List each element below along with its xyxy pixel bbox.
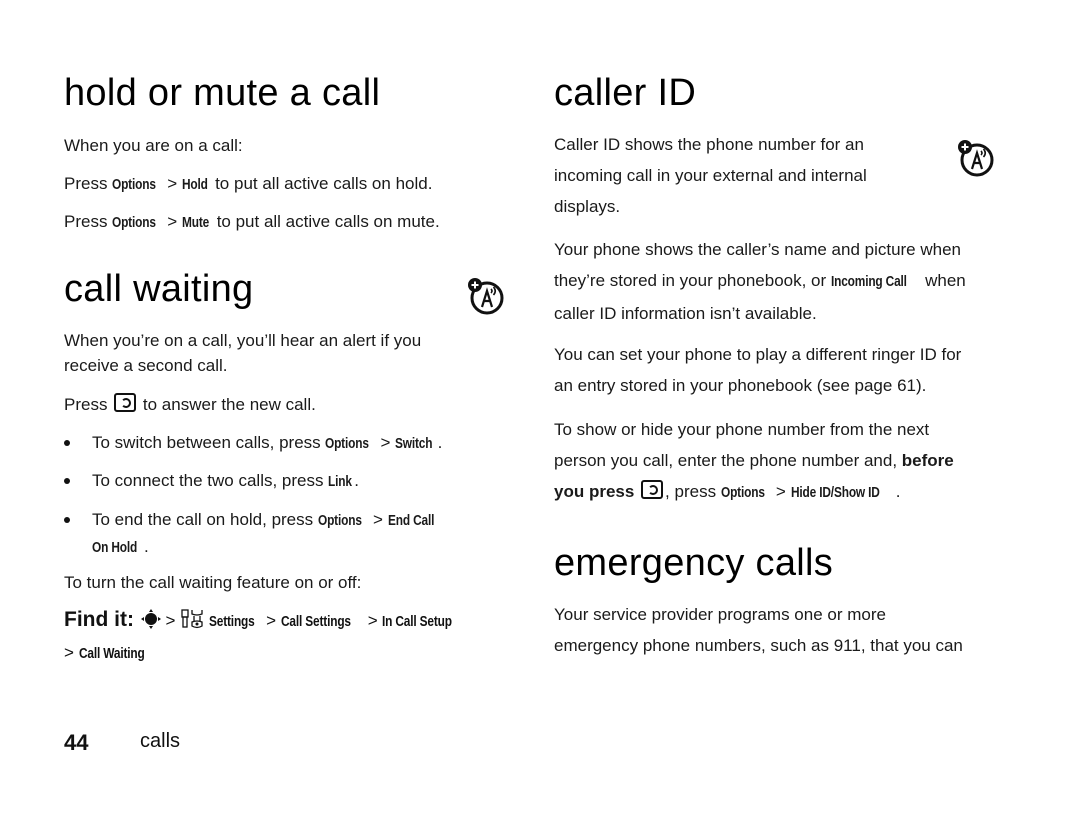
text: an entry stored in your phonebook (see p… — [554, 376, 927, 395]
bullet-icon — [64, 440, 70, 446]
text: they’re stored in your phonebook, or — [554, 271, 831, 290]
softkey-options: Options — [112, 177, 156, 193]
find-it-path: Find it: > Settings > Call Settings > In… — [64, 605, 465, 637]
text: To switch between calls, press — [92, 433, 326, 452]
text: person you call, enter the phone number … — [554, 451, 902, 470]
separator: > — [162, 174, 182, 193]
text: Press — [64, 212, 113, 231]
menu-in-call-setup: In Call Setup — [382, 614, 453, 630]
find-it-label: Find it: — [64, 608, 134, 631]
text: Caller ID shows the phone number for an — [554, 135, 864, 154]
heading-call-waiting: call waiting — [64, 268, 254, 310]
nav-key-icon — [140, 609, 161, 629]
text: To connect the two calls, press — [92, 471, 329, 490]
separator: > — [162, 212, 182, 231]
text: To show or hide your phone number from t… — [554, 420, 930, 439]
text: To end the call on hold, press — [92, 510, 318, 529]
text: When you’re on a call, you’ll hear an al… — [64, 331, 422, 350]
text: when — [920, 271, 966, 290]
waiting-intro: When you’re on a call, you’ll hear an al… — [64, 328, 484, 378]
caller-id-para-4: To show or hide your phone number from t… — [554, 414, 954, 509]
hold-intro: When you are on a call: — [64, 136, 243, 155]
settings-tools-icon — [181, 609, 203, 629]
text: to answer the new call. — [138, 395, 316, 414]
send-key-icon — [641, 480, 664, 499]
text: . — [354, 471, 359, 490]
separator: > — [771, 482, 791, 501]
menu-call-settings: Call Settings — [280, 614, 351, 630]
bullet-icon — [64, 517, 70, 523]
answer-instruction: Press to answer the new call. — [64, 389, 316, 420]
text: Your phone shows the caller’s name and p… — [554, 240, 962, 259]
bullet-icon — [64, 478, 70, 484]
section-name: calls — [140, 730, 181, 752]
text: You can set your phone to play a differe… — [554, 345, 962, 364]
page-number: 44 — [64, 730, 89, 755]
text: . — [437, 433, 443, 452]
text: caller ID information isn’t available. — [554, 304, 817, 323]
softkey-link: Link — [328, 474, 353, 490]
text: receive a second call. — [64, 356, 228, 375]
softkey-options: Options — [720, 485, 765, 501]
hold-instruction: Press Options > Hold to put all active c… — [64, 168, 432, 201]
menu-call-waiting: Call Waiting — [78, 646, 145, 662]
text: . — [895, 482, 901, 501]
softkey-options: Options — [317, 513, 362, 529]
separator: > — [368, 510, 388, 529]
text: Press — [64, 174, 113, 193]
heading-emergency-calls: emergency calls — [554, 542, 834, 584]
emphasis: before — [901, 451, 954, 470]
screen-incoming-call: Incoming Call — [830, 274, 907, 290]
send-key-icon — [114, 393, 137, 412]
text: Press — [64, 395, 113, 414]
network-feature-icon — [468, 278, 504, 315]
caller-id-para-1: Caller ID shows the phone number for an i… — [554, 129, 914, 222]
separator: > — [363, 611, 383, 630]
text: Your service provider programs one or mo… — [554, 605, 886, 624]
text: emergency phone numbers, such as 911, th… — [554, 636, 963, 655]
text: . — [143, 537, 149, 556]
menu-switch: Switch — [395, 436, 433, 452]
text: incoming call in your external and inter… — [554, 166, 867, 185]
separator: > — [261, 611, 281, 630]
caller-id-para-2: Your phone shows the caller’s name and p… — [554, 234, 966, 329]
heading-hold-or-mute: hold or mute a call — [64, 72, 381, 114]
menu-end-call-on-hold: End Call — [387, 513, 434, 529]
find-it-path-cont: > Call Waiting — [64, 638, 156, 669]
text: to put all active calls on hold. — [210, 174, 433, 193]
softkey-options: Options — [112, 215, 156, 231]
menu-mute: Mute — [181, 215, 210, 231]
text: to put all active calls on mute. — [211, 212, 440, 231]
menu-hold: Hold — [181, 177, 208, 193]
text: displays. — [554, 197, 621, 216]
text: , press — [665, 482, 721, 501]
network-feature-icon — [958, 140, 994, 177]
emphasis: you press — [554, 482, 640, 501]
separator: > — [165, 611, 181, 630]
heading-caller-id: caller ID — [554, 72, 697, 114]
separator: > — [375, 433, 396, 452]
softkey-options: Options — [325, 436, 370, 452]
toggle-intro: To turn the call waiting feature on or o… — [64, 573, 362, 592]
emergency-para: Your service provider programs one or mo… — [554, 599, 963, 661]
menu-hide-show-id: Hide ID/Show ID — [790, 485, 880, 501]
caller-id-para-3: You can set your phone to play a differe… — [554, 339, 961, 401]
menu-end-call-on-hold: On Hold — [92, 540, 138, 556]
menu-settings: Settings — [208, 614, 255, 630]
mute-instruction: Press Options > Mute to put all active c… — [64, 206, 440, 239]
